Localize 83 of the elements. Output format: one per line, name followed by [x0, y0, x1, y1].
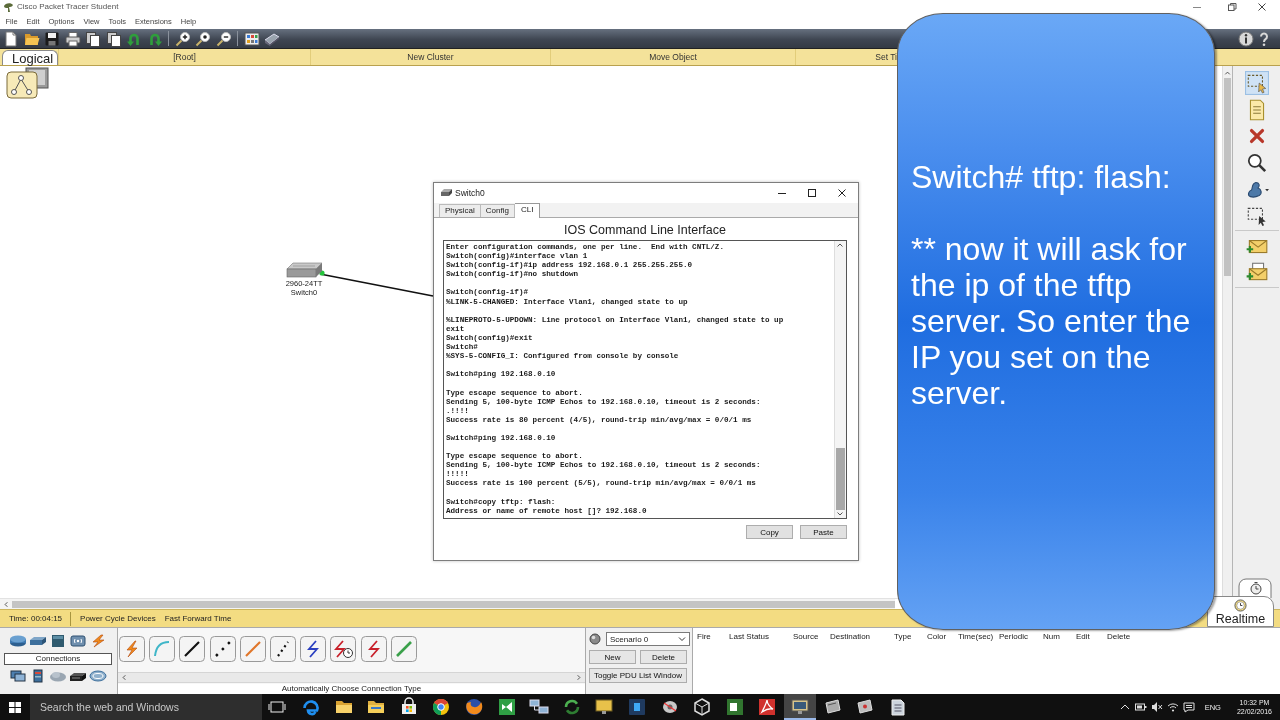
zoom-icon[interactable]: [195, 30, 211, 47]
message-icon[interactable]: [1182, 701, 1195, 713]
caret-down-icon[interactable]: [835, 510, 845, 518]
speaker-mute-icon[interactable]: [1150, 701, 1163, 713]
switch-device-icon: [440, 188, 453, 198]
printer-icon[interactable]: [64, 30, 81, 47]
scrollbar-thumb[interactable]: [12, 600, 895, 608]
documents-icon[interactable]: [85, 30, 101, 47]
column-header: Type: [894, 632, 913, 642]
column-header: Num: [1043, 632, 1061, 642]
column-header: Destination: [830, 632, 872, 642]
tab[interactable]: CLI: [514, 203, 541, 218]
oval-device-icon[interactable]: [89, 669, 107, 683]
toggle-button[interactable]: Toggle PDU List Window: [589, 668, 687, 683]
network-view-icon[interactable]: [6, 67, 52, 99]
connection-type-caption: Automatically Choose Connection Type: [118, 684, 585, 694]
hub-icon[interactable]: [49, 634, 67, 648]
dotted-cable-icon[interactable]: [269, 636, 296, 662]
dialog-button[interactable]: Paste: [800, 525, 847, 539]
callout-text: ** now it will ask for the ip of the tftp server. So enter the IP you set on the server.: [911, 231, 1192, 411]
callout-text: Switch# tftp: flash:: [911, 159, 1172, 195]
category-label: Connections: [4, 653, 112, 665]
wireless-icon[interactable]: [69, 634, 87, 648]
dialog-button[interactable]: Copy: [746, 525, 793, 539]
battery-icon[interactable]: [1134, 701, 1147, 713]
zigzag-clock-icon[interactable]: [330, 636, 357, 662]
new-file-icon[interactable]: [3, 30, 19, 47]
zoom-out-icon[interactable]: [215, 30, 232, 47]
close-icon[interactable]: [837, 188, 847, 198]
scrollbar-thumb[interactable]: [1224, 78, 1231, 276]
column-header: Source: [793, 632, 820, 642]
restore-icon[interactable]: [1227, 2, 1237, 12]
scenario-dropdown[interactable]: Scenario 0: [606, 632, 690, 646]
column-header: Edit: [1076, 632, 1091, 642]
network-switch-icon[interactable]: [285, 261, 323, 279]
caret-down-icon: [678, 636, 686, 642]
straight-cable-icon[interactable]: [179, 636, 206, 662]
workspace-bar-button[interactable]: New Cluster: [310, 49, 550, 65]
save-icon[interactable]: [44, 30, 60, 47]
search-field[interactable]: Search the web and Windows: [30, 694, 262, 720]
time-display: Time: 00:04:15: [3, 611, 72, 626]
column-header: Time(sec): [958, 632, 995, 642]
status-bar-button[interactable]: Power Cycle Devices: [80, 613, 156, 624]
ball-icon[interactable]: [589, 633, 601, 645]
computer-icon[interactable]: [9, 669, 27, 683]
dialog-title: Switch0: [455, 188, 485, 198]
switch-icon[interactable]: [29, 634, 47, 648]
scenario-button[interactable]: Delete: [640, 650, 687, 664]
vertical-scrollbar[interactable]: [834, 241, 846, 518]
status-bar-button[interactable]: Fast Forward Time: [164, 613, 232, 624]
panel-heading: IOS Command Line Interface: [564, 223, 726, 237]
dotted-select-icon[interactable]: [1244, 71, 1269, 95]
logical-tab[interactable]: Logical: [2, 50, 58, 65]
info-icon[interactable]: [1238, 30, 1254, 47]
workspace-bar-button[interactable]: [Root]: [58, 49, 310, 65]
monitor-icon[interactable]: [783, 694, 816, 720]
scrollbar-thumb[interactable]: [836, 448, 845, 510]
close-icon[interactable]: [1257, 2, 1267, 12]
zoom-in-icon[interactable]: [174, 30, 191, 47]
column-header: Color: [927, 632, 948, 642]
column-header: Fire: [697, 632, 712, 642]
tab[interactable]: Physical: [439, 204, 481, 217]
lightning-icon[interactable]: [119, 636, 145, 662]
tree-logo-icon: [3, 2, 14, 12]
grid-icon[interactable]: [243, 30, 260, 47]
column-header: Periodic: [999, 632, 1029, 642]
terminal-console[interactable]: [443, 240, 847, 519]
horizontal-scrollbar[interactable]: [0, 599, 895, 609]
clock-icon: [1234, 599, 1247, 612]
column-header: Last Status: [729, 632, 771, 642]
maximize-icon[interactable]: [807, 188, 817, 198]
window-title: Cisco Packet Tracer Student: [17, 2, 119, 12]
documents-icon[interactable]: [105, 30, 122, 47]
workspace-bar-button[interactable]: Move Object: [550, 49, 795, 65]
caret-up-icon[interactable]: [835, 241, 845, 249]
zigzag-cable-icon[interactable]: [360, 636, 387, 662]
column-header: Delete: [1107, 632, 1132, 642]
tab[interactable]: Config: [480, 204, 515, 217]
scenario-button[interactable]: New: [589, 650, 636, 664]
router-icon[interactable]: [9, 634, 27, 648]
zigzag-cable-icon[interactable]: [300, 636, 327, 662]
wifi-icon[interactable]: [1166, 701, 1179, 713]
vertical-scrollbar[interactable]: [1222, 66, 1232, 598]
